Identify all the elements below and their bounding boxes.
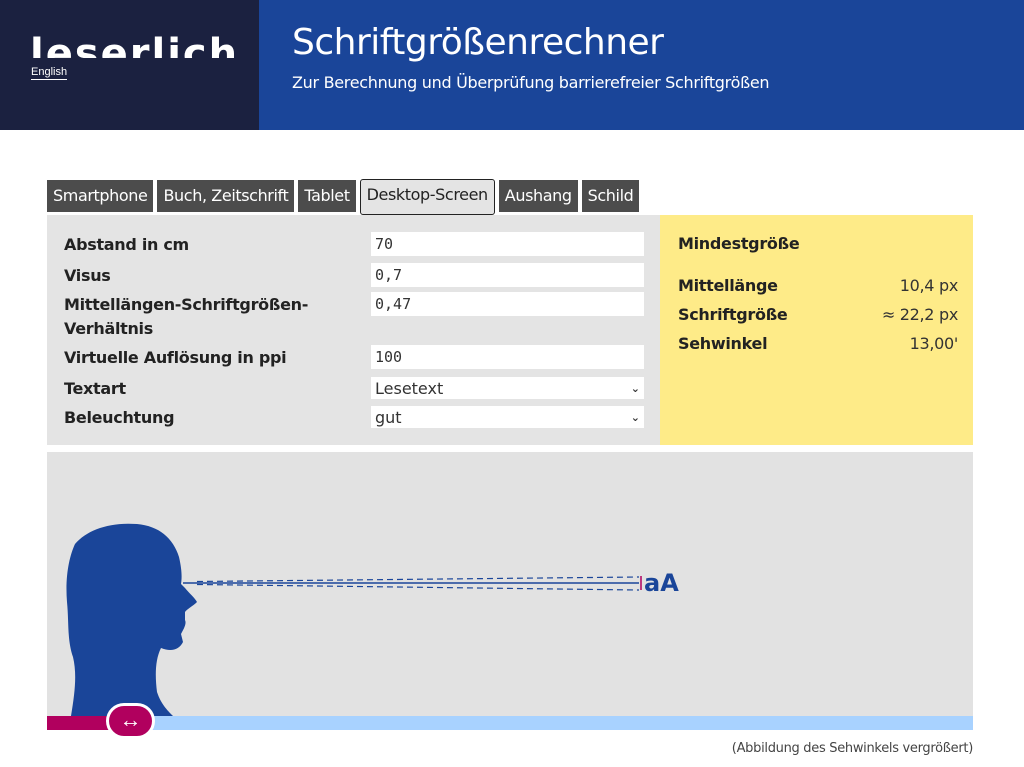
tab-tablet[interactable]: Tablet [298, 180, 356, 212]
visus-label: Visus [64, 266, 111, 285]
result-row-font-size: Schriftgröße ≈ 22,2 px [678, 305, 958, 324]
brand-area: leserlich English [0, 0, 259, 130]
lighting-select[interactable]: gut ⌄ [371, 406, 644, 428]
tab-desktop-screen[interactable]: Desktop-Screen [359, 179, 495, 215]
lighting-label: Beleuchtung [64, 408, 175, 427]
lighting-value: gut [375, 408, 402, 427]
head-silhouette-icon [66, 523, 197, 716]
arrows-horizontal-icon: ↔ [119, 707, 142, 732]
sight-line-upper [196, 576, 640, 583]
ratio-label-line2: Verhältnis [64, 319, 153, 338]
visus-input[interactable] [371, 263, 644, 287]
logo[interactable]: leserlich [30, 28, 239, 58]
text-type-select[interactable]: Lesetext ⌄ [371, 377, 644, 399]
result-label: Sehwinkel [678, 334, 768, 353]
result-value: 13,00' [909, 334, 959, 353]
page-title: Schriftgrößenrechner [292, 22, 664, 63]
input-form: Abstand in cm Visus Mittellängen-Schrift… [47, 215, 660, 445]
result-value: 10,4 px [899, 276, 959, 295]
resolution-input[interactable] [371, 345, 644, 369]
result-value: ≈ 22,2 px [881, 305, 958, 324]
chevron-down-icon: ⌄ [630, 411, 640, 424]
result-row-x-height: Mittellänge 10,4 px [678, 276, 958, 295]
text-type-value: Lesetext [375, 379, 444, 398]
title-banner: Schriftgrößenrechner Zur Berechnung und … [259, 0, 1024, 130]
page-subtitle: Zur Berechnung und Überprüfung barrieref… [292, 73, 770, 92]
device-tabs: Smartphone Buch, Zeitschrift Tablet Desk… [47, 179, 640, 215]
visual-angle-illustration: aA [47, 452, 973, 730]
result-label: Mittellänge [678, 276, 778, 295]
sample-text: aA [644, 569, 679, 597]
tab-sign[interactable]: Schild [581, 180, 640, 212]
result-title: Mindestgröße [678, 234, 800, 253]
ratio-label-line1: Mittellängen-Schriftgrößen- [64, 295, 309, 314]
distance-label: Abstand in cm [64, 235, 189, 254]
language-switch-link[interactable]: English [31, 66, 68, 80]
distance-input[interactable] [371, 232, 644, 256]
result-label: Schriftgröße [678, 305, 788, 324]
distance-track[interactable] [129, 716, 973, 730]
page-header: leserlich English Schriftgrößenrechner Z… [0, 0, 1024, 130]
distance-slider-handle[interactable]: ↔ [106, 703, 155, 739]
illustration-canvas: aA [66, 523, 679, 716]
resolution-label: Virtuelle Auflösung in ppi [64, 348, 287, 367]
tab-smartphone[interactable]: Smartphone [47, 180, 154, 212]
illustration-caption: (Abbildung des Sehwinkels vergrößert) [731, 741, 974, 756]
ratio-input[interactable] [371, 292, 644, 316]
tab-book-magazine[interactable]: Buch, Zeitschrift [157, 180, 295, 212]
chevron-down-icon: ⌄ [630, 382, 640, 395]
result-row-visual-angle: Sehwinkel 13,00' [678, 334, 958, 353]
result-panel: Mindestgröße Mittellänge 10,4 px Schrift… [660, 215, 973, 445]
tab-poster[interactable]: Aushang [498, 180, 578, 212]
sight-line-lower [196, 583, 640, 591]
text-type-label: Textart [64, 379, 126, 398]
